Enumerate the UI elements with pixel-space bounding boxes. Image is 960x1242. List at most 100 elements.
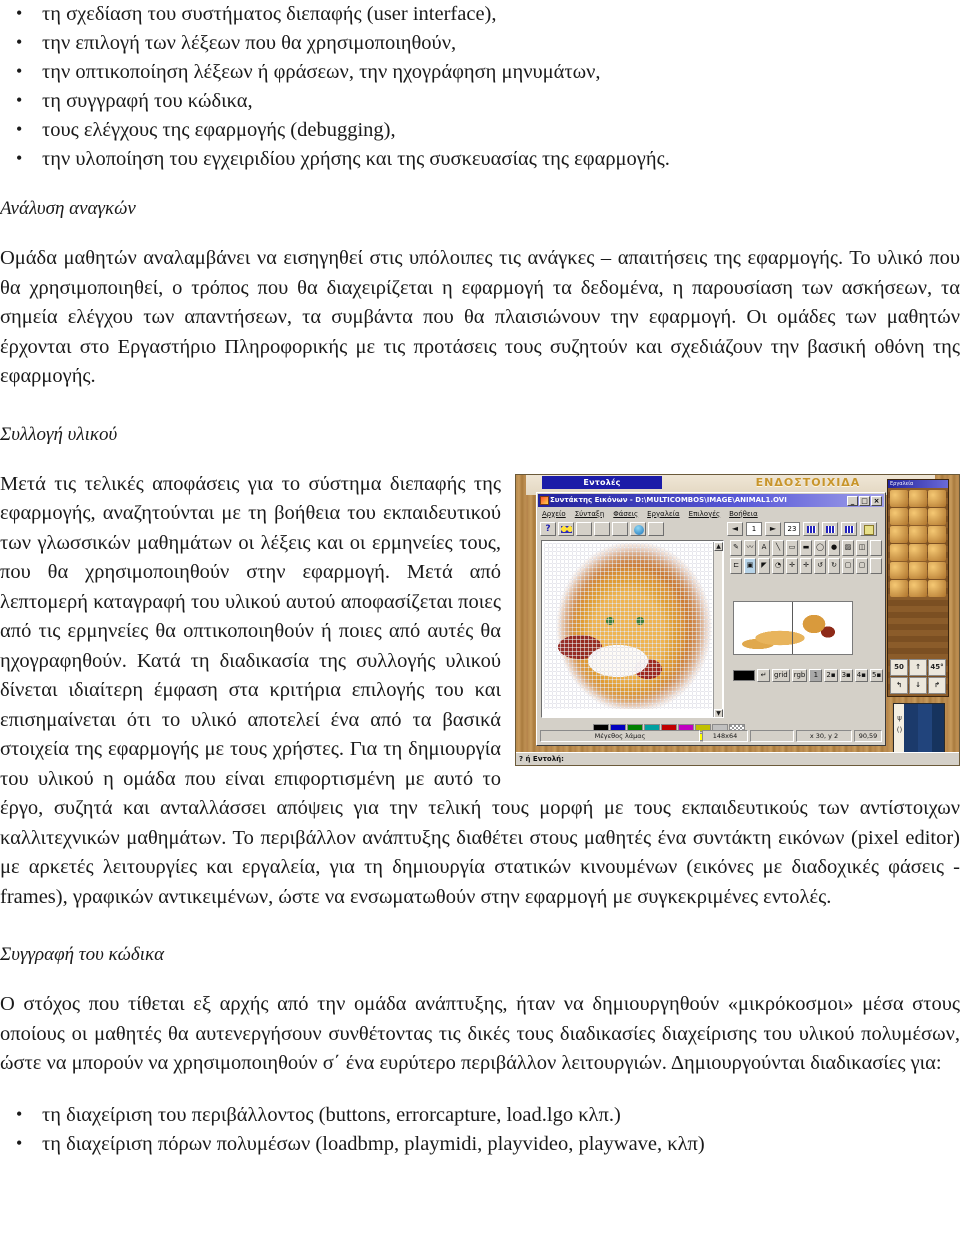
zoom-button[interactable] [576, 521, 592, 536]
turn-right-button[interactable]: ↱ [928, 676, 946, 694]
brush-size-2-button[interactable]: 2▪ [824, 668, 838, 682]
arc-right-icon[interactable] [928, 489, 946, 507]
globe-button[interactable] [630, 521, 646, 536]
swap-color-button[interactable]: ↵ [757, 668, 770, 682]
drawing-tools-palette[interactable]: ✎ 〰 A ╲ ▭ ▬ ◯ ● ▨ ◫ ⊏ ▣ ◤ ◔ ✛ ✛ ↺ ↻ ▢ ▢ [730, 539, 882, 592]
current-color-swatch[interactable] [733, 669, 755, 681]
menu-item-help[interactable]: Βοήθεια [729, 508, 758, 520]
turn-left-button[interactable]: ↰ [890, 676, 908, 694]
top-bullet-list: τη σχεδίαση του συστήματος διεπαφής (use… [0, 0, 960, 174]
window-controls[interactable]: _ □ × [847, 495, 882, 506]
menu-item-edit[interactable]: Σύνταξη [575, 508, 605, 520]
canvas-vertical-scrollbar[interactable]: ▲ ▼ [713, 541, 723, 717]
arrow-down-button[interactable]: ↓ [909, 676, 927, 694]
bucket-tool-icon[interactable]: ◤ [758, 557, 770, 574]
spray-tool-icon[interactable]: ◔ [772, 557, 784, 574]
save-icon[interactable] [860, 521, 877, 536]
lion-preview-image [740, 611, 848, 652]
brush-size-5-button[interactable]: 5▪ [869, 668, 884, 682]
window-titlebar[interactable]: Συντάκτης Εικόνων - D:\MULTICOMBOS\IMAGE… [538, 493, 884, 507]
text-tool-icon[interactable]: A [758, 539, 770, 556]
rectangle-tool-icon[interactable]: ▭ [786, 539, 798, 556]
menu-item-frames[interactable]: Φάσεις [613, 508, 638, 520]
maximize-icon[interactable]: □ [859, 495, 870, 506]
bench-icon[interactable] [890, 525, 908, 543]
angle-45-button[interactable]: 45° [928, 658, 946, 676]
landscape-icon[interactable] [928, 543, 946, 561]
move-right-icon[interactable]: ✛ [800, 557, 812, 574]
blank-button-3[interactable] [648, 521, 664, 536]
color-and-brush-bar[interactable]: ↵ grid rgb 1 2▪ 3▪ 4▪ 5▪ [733, 668, 884, 682]
frame-next-icon[interactable]: ▢ [856, 557, 868, 574]
arrows-updown-icon[interactable] [928, 507, 946, 525]
status-coordinates: x 30, y 2 [796, 729, 852, 742]
brush-size-4-button[interactable]: 4▪ [854, 668, 868, 682]
window-icon[interactable] [890, 579, 908, 597]
board-number-buttons[interactable]: 50 ↑ 45° ↰ ↓ ↱ [890, 658, 946, 694]
pixel-editor-screenshot: Εντολές ΕΝΔΟΣΤΟΙΧΙΔΑ Συντάκτης Εικόνων -… [515, 473, 960, 766]
bucket-icon[interactable] [909, 561, 927, 579]
ellipse-tool-icon[interactable]: ◯ [814, 539, 826, 556]
blank-button-1[interactable] [594, 521, 610, 536]
person-icon[interactable] [909, 579, 927, 597]
music-note-icon[interactable] [890, 543, 908, 561]
total-frames-field[interactable]: 23 [784, 521, 800, 536]
layer-a-icon[interactable] [822, 521, 838, 536]
rotate-left-icon[interactable]: ↺ [814, 557, 826, 574]
net-icon[interactable] [909, 525, 927, 543]
menu-bar[interactable]: Αρχείο Σύνταξη Φάσεις Εργαλεία Επιλογές … [538, 507, 884, 520]
ellipse-filled-tool-icon[interactable]: ● [828, 539, 840, 556]
taskbar[interactable]: ? ή Εντολή: [516, 751, 959, 765]
current-frame-field[interactable]: 1 [746, 521, 762, 536]
move-left-icon[interactable]: ✛ [786, 557, 798, 574]
rotate-right-icon[interactable]: ↻ [828, 557, 840, 574]
mirror-tool-icon[interactable]: ◫ [856, 539, 868, 556]
grid-toggle-icon[interactable] [803, 521, 819, 536]
arrow-up-button[interactable]: ↑ [909, 658, 927, 676]
disc-red-icon[interactable] [909, 507, 927, 525]
commands-tool-board[interactable]: Εργαλεία 50 ↑ 45° ↰ ↓ ↱ [887, 478, 949, 697]
next-frame-button[interactable]: ► [765, 521, 781, 536]
piano-icon[interactable] [928, 525, 946, 543]
disc-blue-icon[interactable] [890, 507, 908, 525]
heading-needs-analysis: Ανάλυση αναγκών [0, 198, 136, 219]
select-left-tool-icon[interactable]: ⊏ [730, 557, 742, 574]
scroll-up-icon[interactable]: ▲ [714, 541, 723, 551]
line-tool-icon[interactable]: ╲ [772, 539, 784, 556]
grid-button[interactable]: grid [772, 668, 790, 682]
palette-icon[interactable] [928, 561, 946, 579]
brush-size-1-button[interactable]: 1 [809, 668, 823, 682]
list-item: την οπτικοποίηση λέξεων ή φράσεων, την η… [0, 57, 960, 87]
layer-b-icon[interactable] [841, 521, 857, 536]
pixel-canvas[interactable]: ▲ ▼ [541, 539, 724, 718]
menu-item-file[interactable]: Αρχείο [542, 508, 566, 520]
rectangle-filled-tool-icon[interactable]: ▬ [800, 539, 812, 556]
rgb-button[interactable]: rgb [791, 668, 808, 682]
select-box-tool-icon[interactable]: ▣ [744, 557, 756, 574]
help-button[interactable] [540, 521, 556, 536]
prev-frame-button[interactable]: ◄ [727, 521, 743, 536]
fill-bucket-tool-icon[interactable]: ▨ [842, 539, 854, 556]
pencil-tool-icon[interactable]: ✎ [730, 539, 742, 556]
main-toolbar[interactable] [540, 521, 664, 536]
board-icon-grid[interactable] [890, 489, 946, 597]
scroll-down-icon[interactable]: ▼ [714, 708, 723, 717]
scissors-icon[interactable] [890, 489, 908, 507]
value-50-button[interactable]: 50 [890, 658, 908, 676]
menu-item-tools[interactable]: Εργαλεία [647, 508, 680, 520]
box-icon[interactable] [928, 579, 946, 597]
book-symbols: ψ() [896, 713, 903, 734]
stamp-icon[interactable] [890, 561, 908, 579]
commands-banner: Εντολές [542, 475, 662, 489]
minimize-icon[interactable]: _ [847, 495, 858, 506]
frame-navigator[interactable]: ◄ 1 ► 23 [727, 521, 877, 536]
close-icon[interactable]: × [871, 495, 882, 506]
color-button[interactable] [558, 521, 574, 536]
blank-button-2[interactable] [612, 521, 628, 536]
grid-green-icon[interactable] [909, 543, 927, 561]
freehand-tool-icon[interactable]: 〰 [744, 539, 756, 556]
frame-prev-icon[interactable]: ▢ [842, 557, 854, 574]
menu-item-options[interactable]: Επιλογές [689, 508, 720, 520]
arc-left-icon[interactable] [909, 489, 927, 507]
brush-size-3-button[interactable]: 3▪ [839, 668, 853, 682]
